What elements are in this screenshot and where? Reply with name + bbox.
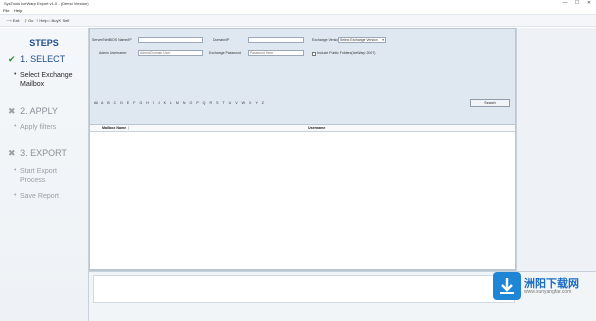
bullet-icon: •: [14, 71, 17, 78]
maximize-button[interactable]: ☐: [572, 0, 582, 7]
self-icon: ✕: [58, 18, 62, 23]
bullet-icon: •: [14, 192, 17, 199]
alpha-y[interactable]: Y: [255, 101, 257, 105]
toolbar-go-button[interactable]: ⚷ Go: [24, 17, 33, 24]
steps-sidebar: STEPS ✔ 1. SELECT • Select Exchange Mail…: [0, 28, 89, 321]
alpha-c[interactable]: C: [114, 101, 117, 105]
server-label: Server/NetBIOS Name/IP: [92, 38, 132, 42]
step-select[interactable]: ✔ 1. SELECT: [8, 54, 65, 65]
check-icon: ✔: [8, 54, 16, 64]
steps-title: STEPS: [29, 38, 59, 48]
public-folder-checkbox[interactable]: [312, 52, 316, 56]
toolbar-help-button[interactable]: ? Help: [36, 17, 48, 24]
toolbar-self-label: Self: [62, 18, 70, 23]
menu-help[interactable]: Help: [14, 7, 22, 14]
alpha-e[interactable]: E: [127, 101, 129, 105]
step-apply-label: 2. APPLY: [20, 106, 58, 116]
alphabet-filter: All A B C D E F G H I J K L M N O P Q R …: [94, 101, 264, 105]
alpha-n[interactable]: N: [183, 101, 186, 105]
alpha-f[interactable]: F: [133, 101, 135, 105]
step-select-label: 1. SELECT: [20, 54, 66, 64]
exit-icon: ⟶: [6, 18, 12, 23]
toolbar-buy-button[interactable]: ⌂ Buy: [48, 17, 58, 24]
admin-label: Admin Username:: [99, 51, 128, 55]
toolbar-exit-label: Exit: [12, 18, 20, 23]
mailbox-grid: Mailbox Name Username: [89, 124, 516, 270]
toolbar-exit-button[interactable]: ⟶ Exit: [6, 17, 20, 24]
menu-file[interactable]: File: [3, 7, 9, 14]
chevron-down-icon: ▾: [382, 38, 384, 42]
alpha-q[interactable]: Q: [203, 101, 206, 105]
exchange-version-label: Exchange Version: [312, 38, 341, 42]
right-panel: [516, 28, 596, 271]
domain-input[interactable]: [248, 37, 304, 43]
watermark: 洲阳下载网 www.xunyangfar.com: [493, 272, 593, 302]
window-title: SysTools IceWarp Export v1.0 - (Demo Ver…: [4, 1, 89, 6]
exchange-version-select[interactable]: Select Exchange Version ▾: [338, 37, 386, 43]
step-apply-sub: Apply filters: [20, 124, 57, 131]
exchange-version-value: Select Exchange Version: [340, 38, 378, 42]
alpha-z[interactable]: Z: [262, 101, 264, 105]
alpha-k[interactable]: K: [164, 101, 166, 105]
bullet-icon: •: [14, 123, 17, 130]
minimize-button[interactable]: —: [560, 0, 570, 7]
server-input[interactable]: [138, 37, 203, 43]
alpha-v[interactable]: V: [235, 101, 237, 105]
alpha-i[interactable]: I: [153, 101, 154, 105]
alpha-p[interactable]: P: [196, 101, 198, 105]
step-export-sub-report: Save Report: [20, 193, 59, 200]
alpha-s[interactable]: S: [216, 101, 218, 105]
key-icon: ⚷: [24, 18, 27, 23]
alpha-m[interactable]: M: [176, 101, 179, 105]
admin-username-input[interactable]: [138, 50, 203, 56]
alpha-t[interactable]: T: [222, 101, 224, 105]
help-icon: ?: [36, 18, 39, 23]
search-button[interactable]: Search: [470, 99, 510, 107]
alpha-g[interactable]: G: [139, 101, 142, 105]
toolbar-help-label: Help: [39, 18, 48, 23]
toolbar-self-button[interactable]: ✕ Self: [58, 17, 69, 24]
alpha-all[interactable]: All: [94, 101, 98, 105]
domain-label: Domain/IP: [213, 38, 230, 42]
download-arrow-icon: [500, 278, 514, 294]
export-icon: ✖: [8, 148, 16, 158]
log-box: [93, 275, 515, 303]
alpha-w[interactable]: W: [242, 101, 245, 105]
public-folder-label: Include Public Folders(IceWarp 2007): [317, 51, 376, 55]
watermark-logo: [493, 272, 521, 300]
step-export-label: 3. EXPORT: [20, 148, 67, 158]
alpha-b[interactable]: B: [107, 101, 109, 105]
password-input[interactable]: [248, 50, 304, 56]
grid-header: Mailbox Name Username: [90, 125, 515, 132]
alpha-h[interactable]: H: [146, 101, 149, 105]
column-username[interactable]: Username: [308, 125, 325, 131]
alpha-o[interactable]: O: [190, 101, 193, 105]
alpha-r[interactable]: R: [209, 101, 212, 105]
column-divider: [128, 126, 307, 130]
step-export-sub-start: Start Export Process: [20, 168, 57, 184]
step-apply[interactable]: ✖ 2. APPLY: [8, 106, 58, 117]
alpha-l[interactable]: L: [170, 101, 172, 105]
menu-bar: File Help: [0, 7, 596, 15]
alpha-x[interactable]: X: [249, 101, 251, 105]
toolbar: ⟶ Exit ⚷ Go ? Help ⌂ Buy ✕ Self: [0, 15, 596, 27]
alpha-j[interactable]: J: [158, 101, 160, 105]
close-button[interactable]: ✕: [584, 0, 594, 7]
alpha-u[interactable]: U: [229, 101, 232, 105]
column-mailbox-name[interactable]: Mailbox Name: [102, 125, 126, 131]
title-bar: SysTools IceWarp Export v1.0 - (Demo Ver…: [0, 0, 596, 7]
alpha-d[interactable]: D: [120, 101, 123, 105]
wrench-icon: ✖: [8, 106, 16, 116]
password-label: Exchange Password: [209, 51, 241, 55]
cart-icon: ⌂: [48, 18, 51, 23]
watermark-en: www.xunyangfar.com: [524, 289, 572, 295]
alpha-a[interactable]: A: [101, 101, 103, 105]
step-select-sub: Select Exchange Mailbox: [20, 72, 73, 88]
toolbar-go-label: Go: [28, 18, 34, 23]
bullet-icon: •: [14, 167, 17, 174]
step-export[interactable]: ✖ 3. EXPORT: [8, 148, 67, 159]
